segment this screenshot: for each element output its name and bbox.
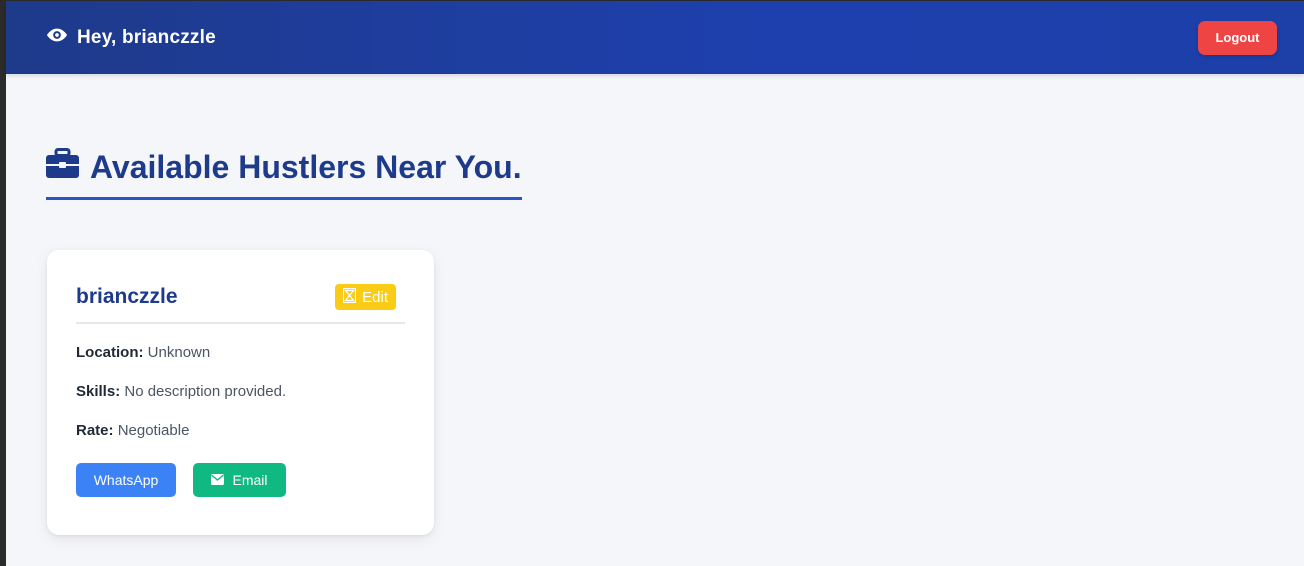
card-header: brianczzle Edit	[76, 284, 405, 324]
location-row: Location: Unknown	[76, 344, 405, 361]
navbar-brand: Hey, brianczzle	[46, 24, 216, 51]
email-button[interactable]: Email	[193, 463, 286, 497]
email-button-label: Email	[232, 472, 268, 488]
envelope-icon	[211, 472, 225, 488]
rate-label: Rate:	[76, 422, 114, 439]
location-value: Unknown	[147, 344, 211, 361]
eye-icon	[46, 24, 68, 51]
hustler-info: Location: Unknown Skills: No description…	[76, 344, 405, 439]
skills-row: Skills: No description provided.	[76, 383, 405, 400]
location-label: Location:	[76, 344, 144, 361]
hustler-name: brianczzle	[76, 285, 178, 308]
edit-button[interactable]: Edit	[335, 284, 396, 310]
page-title: Available Hustlers Near You.	[46, 148, 522, 200]
contact-actions: WhatsApp Email	[76, 463, 405, 497]
logout-button[interactable]: Logout	[1198, 20, 1277, 55]
whatsapp-button[interactable]: WhatsApp	[76, 463, 176, 497]
skills-label: Skills:	[76, 383, 121, 400]
main-content: Available Hustlers Near You.	[46, 148, 522, 200]
edit-button-label: Edit	[362, 288, 388, 306]
rate-value: Negotiable	[117, 422, 190, 439]
skills-value: No description provided.	[124, 383, 287, 400]
briefcase-icon	[46, 148, 79, 187]
rate-row: Rate: Negotiable	[76, 422, 405, 439]
top-navbar: Hey, brianczzle Logout	[6, 1, 1304, 74]
hustler-card: brianczzle Edit Location: Unknown Skills…	[47, 250, 434, 535]
hourglass-icon	[343, 287, 357, 307]
user-greeting: Hey, brianczzle	[77, 26, 216, 48]
page-title-text: Available Hustlers Near You.	[90, 149, 522, 185]
